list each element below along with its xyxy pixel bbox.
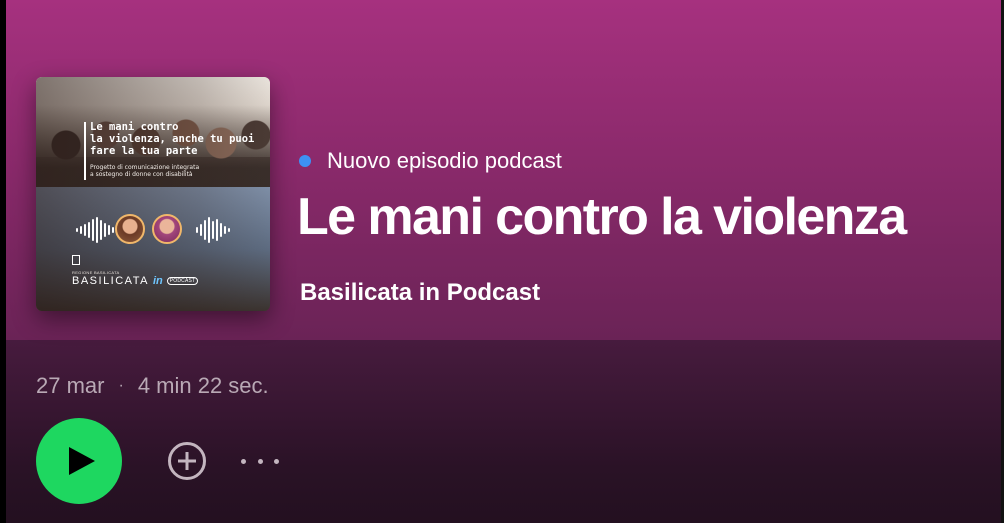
meta-separator: ·: [118, 377, 124, 394]
cover-portrait-2: [152, 214, 182, 244]
cover-subtitle-line: a sostegno di donne con disabilità: [90, 171, 193, 178]
add-circle-icon: [168, 442, 206, 480]
episode-meta: 27 mar · 4 min 22 sec.: [36, 373, 269, 399]
cover-title-bar: [84, 122, 86, 180]
cover-portrait-1: [115, 214, 145, 244]
badge-label: Nuovo episodio podcast: [327, 148, 562, 173]
episode-duration: 4 min 22 sec.: [137, 373, 269, 398]
play-icon: [68, 447, 95, 475]
cover-subtitle-line: Progetto di comunicazione integrata: [90, 164, 200, 171]
release-date: 27 mar: [36, 373, 105, 398]
play-button[interactable]: [36, 418, 122, 504]
more-options-button[interactable]: [241, 450, 279, 472]
cover-brand: BASILICATA in PODCAST: [72, 275, 199, 287]
cover-title-line: fare la tua parte: [90, 145, 198, 157]
episode-cover-art: Le mani contro la violenza, anche tu puo…: [36, 77, 270, 311]
cover-title-line: la violenza, anche tu puoi: [90, 133, 255, 145]
add-to-library-button[interactable]: [167, 441, 207, 481]
show-link[interactable]: Basilicata in Podcast: [300, 279, 540, 307]
cover-brand-name: BASILICATA: [72, 275, 149, 287]
cover-brand-in: in: [152, 275, 163, 287]
more-horizontal-icon: [241, 458, 246, 464]
action-bar-background: [0, 340, 1004, 523]
episode-title: Le mani contro la violenza: [297, 188, 907, 246]
new-episode-badge: Nuovo episodio podcast: [299, 148, 562, 174]
left-panel-edge: [0, 0, 6, 523]
cover-title-line: Le mani contro: [90, 121, 179, 133]
cover-brand-podcast: PODCAST: [166, 277, 199, 285]
new-dot-icon: [299, 155, 311, 167]
region-logo-icon: [72, 255, 80, 265]
cover-title: Le mani contro la violenza, anche tu puo…: [90, 121, 262, 157]
cover-subtitle: Progetto di comunicazione integrata a so…: [90, 164, 266, 178]
